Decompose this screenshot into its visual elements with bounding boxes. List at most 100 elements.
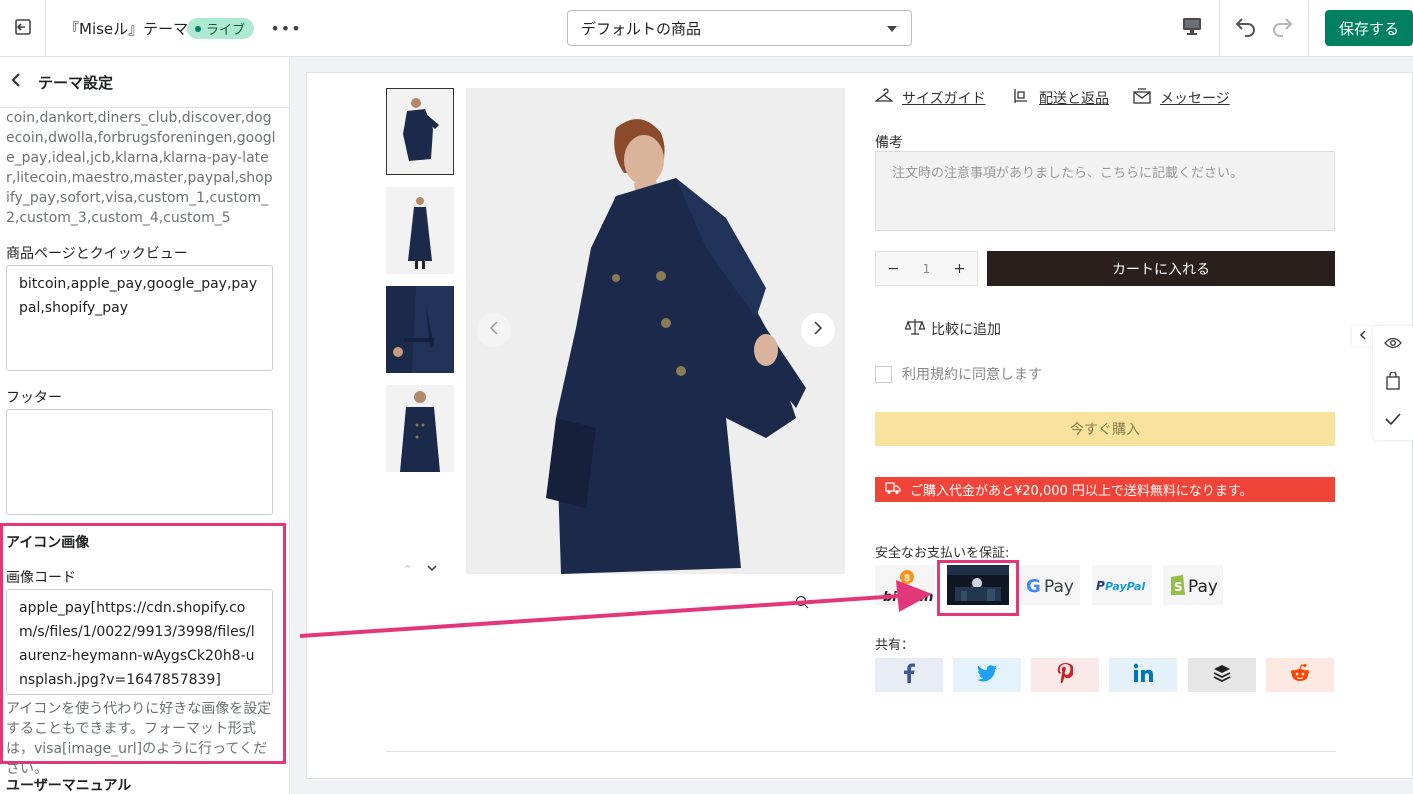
gallery-next-button[interactable] — [801, 313, 835, 347]
template-select[interactable]: デフォルトの商品 — [567, 10, 912, 46]
exit-icon — [13, 17, 33, 41]
theme-name: 『Miseル』テーマ — [64, 20, 189, 38]
image-code-help-text: アイコンを使う代わりに好きな画像を設定することもできます。フォーマット形式は，v… — [6, 701, 272, 777]
chevron-right-icon — [813, 320, 823, 340]
share-twitter-button[interactable] — [953, 658, 1021, 692]
shipping-returns-label: 配送と返品 — [1039, 91, 1109, 107]
divider — [386, 751, 1336, 752]
hanger-icon — [874, 88, 894, 108]
live-dot-icon — [195, 25, 201, 32]
gpay-text: Pay — [1044, 577, 1074, 597]
annotation-highlight-box — [937, 560, 1019, 616]
undo-icon — [1234, 15, 1258, 41]
note-textarea[interactable]: 注文時の注意事項がありましたら、こちらに記載ください。 — [875, 151, 1335, 231]
more-icon: ••• — [270, 18, 302, 38]
svg-text:P: P — [1096, 579, 1105, 593]
scale-icon — [904, 318, 926, 340]
qty-minus-button[interactable]: − — [888, 261, 900, 277]
product-thumbnail-4[interactable] — [386, 385, 454, 472]
size-guide-label: サイズガイド — [902, 91, 986, 107]
zoom-icon[interactable] — [795, 595, 809, 609]
gallery-prev-button[interactable] — [477, 313, 511, 347]
chevron-left-icon — [11, 73, 21, 91]
image-code-label: 画像コード — [6, 570, 76, 586]
terms-checkbox[interactable] — [875, 365, 892, 383]
qty-value[interactable]: 1 — [923, 262, 931, 276]
rail-collapse-button[interactable] — [1352, 326, 1374, 346]
reddit-icon — [1289, 663, 1311, 687]
desktop-icon — [1181, 16, 1203, 40]
user-manual-heading: ユーザーマニュアル — [6, 778, 132, 794]
product-thumbnail-2[interactable] — [386, 187, 454, 274]
live-status-badge: ライブ — [187, 18, 255, 39]
thumbnails-up-icon[interactable]: ⌃ — [403, 563, 412, 576]
svg-text:S: S — [1174, 580, 1183, 594]
share-linkedin-button[interactable] — [1109, 658, 1177, 692]
add-to-cart-button[interactable]: カートに入れる — [987, 251, 1335, 286]
secure-payment-label: 安全なお支払いを保証: — [875, 546, 1010, 561]
add-to-bag-button[interactable] — [1373, 364, 1413, 402]
sidebar-title: テーマ設定 — [38, 74, 114, 92]
buy-now-button[interactable]: 今すぐ購入 — [875, 412, 1335, 446]
facebook-icon — [902, 663, 916, 687]
share-reddit-button[interactable] — [1266, 658, 1334, 692]
paypal-icon: P PayPal — [1092, 565, 1152, 605]
google-pay-icon: G Pay — [1020, 565, 1080, 605]
size-guide-link[interactable]: サイズガイド — [874, 88, 986, 108]
buffer-icon — [1213, 664, 1231, 686]
toolbar-divider — [1308, 0, 1309, 57]
redo-icon — [1270, 15, 1294, 41]
twitter-icon — [977, 664, 997, 686]
free-shipping-text: ご購入代金があと¥20,000 円以上で送料無料になります。 — [910, 484, 1253, 499]
pinterest-icon — [1057, 663, 1075, 687]
shipping-icon — [1012, 87, 1030, 109]
thumbnails-down-icon[interactable] — [426, 561, 438, 575]
template-select-value: デフォルトの商品 — [581, 19, 702, 38]
shopify-pay-text: Pay — [1188, 577, 1218, 597]
payment-icons-list-text: coin,dankort,diners_club,discover,dogeco… — [6, 110, 276, 226]
caret-down-icon — [887, 26, 897, 32]
back-button[interactable] — [6, 71, 26, 93]
product-thumbnail-1[interactable] — [386, 88, 454, 175]
save-button[interactable]: 保存する — [1325, 10, 1413, 46]
chevron-left-icon — [1359, 328, 1367, 344]
exit-editor-button[interactable] — [0, 0, 46, 57]
image-code-field[interactable]: apple_pay[https://cdn.shopify.com/s/file… — [6, 589, 273, 695]
truck-icon — [885, 481, 901, 499]
theme-settings-sidebar: テーマ設定 coin,dankort,diners_club,discover,… — [0, 57, 290, 794]
share-buffer-button[interactable] — [1188, 658, 1256, 692]
share-pinterest-button[interactable] — [1031, 658, 1099, 692]
mail-icon — [1133, 88, 1151, 108]
share-facebook-button[interactable] — [875, 658, 943, 692]
linkedin-icon — [1133, 663, 1153, 687]
quick-view-button[interactable] — [1373, 326, 1413, 364]
compare-button[interactable]: 比較に追加 — [904, 318, 1001, 340]
redo-button[interactable] — [1268, 14, 1296, 42]
product-main-image — [466, 88, 845, 574]
desktop-view-button[interactable] — [1178, 15, 1206, 41]
svg-text:฿: ฿ — [904, 573, 910, 584]
shipping-returns-link[interactable]: 配送と返品 — [1012, 88, 1109, 108]
more-actions-button[interactable]: ••• — [270, 16, 302, 40]
terms-agreement[interactable]: 利用規約に同意します — [875, 364, 1042, 384]
bitcoin-payment-icon: ฿ bitcoin — [875, 565, 935, 605]
product-page-icons-field[interactable]: bitcoin,apple_pay,google_pay,paypal,shop… — [6, 265, 273, 371]
live-badge-label: ライブ — [206, 23, 246, 38]
check-icon — [1384, 412, 1402, 430]
qty-plus-button[interactable]: + — [954, 261, 966, 277]
share-label: 共有： — [875, 638, 915, 653]
preview-action-rail — [1373, 326, 1413, 440]
product-thumbnail-3[interactable] — [386, 286, 454, 373]
product-page-label: 商品ページとクイックビュー — [6, 246, 188, 262]
chevron-left-icon — [489, 320, 499, 340]
top-bar: 『Miseル』テーマ ライブ ••• デフォルトの商品 保存する — [0, 0, 1413, 57]
shopify-pay-icon: S Pay — [1163, 565, 1223, 605]
confirm-button[interactable] — [1373, 402, 1413, 440]
footer-icons-field[interactable] — [6, 409, 273, 515]
footer-label: フッター — [6, 390, 62, 406]
paypal-text: PayPal — [1105, 580, 1145, 593]
message-link[interactable]: メッセージ — [1133, 88, 1230, 108]
undo-button[interactable] — [1232, 14, 1260, 42]
toolbar-divider — [1219, 0, 1220, 57]
bitcoin-text: bitcoin — [883, 590, 933, 605]
